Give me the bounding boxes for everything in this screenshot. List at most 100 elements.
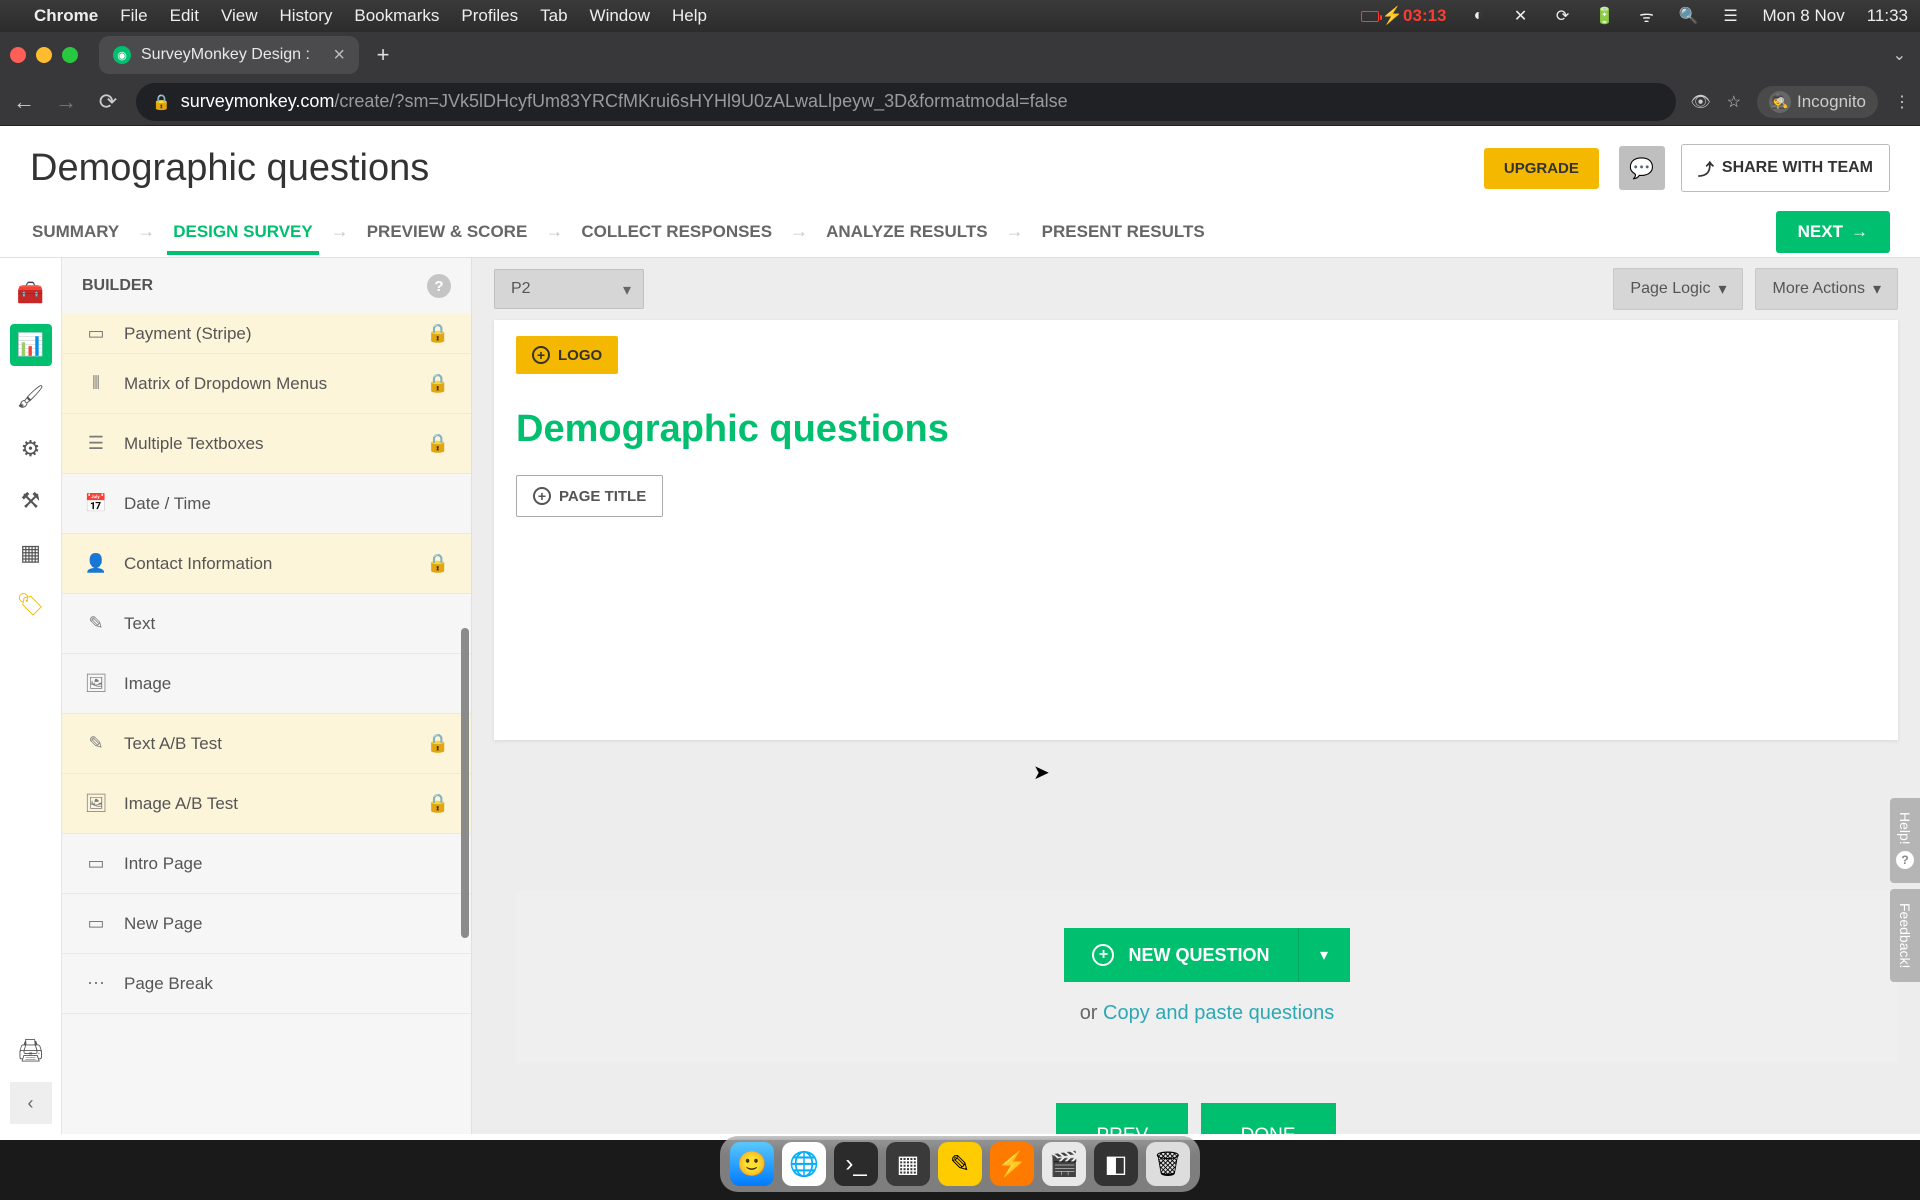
scrollbar-thumb[interactable] <box>461 628 469 938</box>
page-selector[interactable]: P2 <box>494 269 644 309</box>
nav-reload-icon[interactable]: ⟳ <box>94 89 122 115</box>
tab-close-icon[interactable]: × <box>333 44 345 67</box>
dock-app6-icon[interactable]: ⚡ <box>990 1142 1034 1186</box>
browser-tab[interactable]: ◉ SurveyMonkey Design : × <box>99 36 359 74</box>
builder-item-icon: 📅 <box>84 493 108 514</box>
status-icon-1[interactable]: ◐ <box>1469 6 1489 26</box>
dock-chrome-icon[interactable]: 🌐 <box>782 1142 826 1186</box>
page-title: Demographic questions <box>30 147 429 190</box>
window-maximize[interactable] <box>62 47 78 63</box>
battery-icon[interactable]: 🔋 <box>1595 6 1615 26</box>
copy-paste-link[interactable]: Copy and paste questions <box>1103 1002 1334 1024</box>
step-analyze[interactable]: ANALYZE RESULTS <box>824 222 990 242</box>
feedback-tab[interactable]: Feedback! <box>1890 889 1920 982</box>
builder-item[interactable]: 📅Date / Time <box>62 474 471 534</box>
window-close[interactable] <box>10 47 26 63</box>
wifi-icon[interactable]: ᯤ <box>1637 6 1657 26</box>
menu-edit[interactable]: Edit <box>170 6 199 26</box>
step-preview[interactable]: PREVIEW & SCORE <box>365 222 530 242</box>
rail-logic-icon[interactable]: ⚙ <box>10 428 52 470</box>
incognito-badge[interactable]: 🕵 Incognito <box>1757 86 1878 118</box>
menu-profiles[interactable]: Profiles <box>461 6 518 26</box>
survey-title[interactable]: Demographic questions <box>516 408 1898 451</box>
control-center-icon[interactable]: ☰ <box>1721 6 1741 26</box>
new-question-button[interactable]: +NEW QUESTION ▾ <box>1064 928 1349 982</box>
eye-off-icon[interactable]: 👁 <box>1690 92 1710 112</box>
comments-button[interactable]: 💬 <box>1619 146 1665 190</box>
dock-notes-icon[interactable]: ✎ <box>938 1142 982 1186</box>
menubar-app[interactable]: Chrome <box>34 6 98 26</box>
dock-trash-icon[interactable]: 🗑 <box>1146 1142 1190 1186</box>
kebab-menu-icon[interactable]: ⋮ <box>1894 92 1910 112</box>
nav-back-icon[interactable]: ← <box>10 89 38 115</box>
builder-item[interactable]: ⫴Matrix of Dropdown Menus🔒 <box>62 354 471 414</box>
new-question-label: NEW QUESTION <box>1128 945 1269 966</box>
step-present[interactable]: PRESENT RESULTS <box>1040 222 1207 242</box>
rail-layout-icon[interactable]: ▦ <box>10 532 52 574</box>
done-button[interactable]: DONE <box>1201 1103 1336 1134</box>
menu-bookmarks[interactable]: Bookmarks <box>354 6 439 26</box>
menu-history[interactable]: History <box>279 6 332 26</box>
builder-item[interactable]: ✎Text A/B Test🔒 <box>62 714 471 774</box>
side-tabs: Help!? Feedback! <box>1890 798 1920 982</box>
dock-app7-icon[interactable]: 🎬 <box>1042 1142 1086 1186</box>
menu-tab[interactable]: Tab <box>540 6 567 26</box>
page-content: Demographic questions UPGRADE 💬 ⤴SHARE W… <box>0 126 1920 1140</box>
next-button[interactable]: NEXT→ <box>1776 211 1890 253</box>
rail-theme-icon[interactable]: 🖌 <box>10 376 52 418</box>
add-logo-button[interactable]: +LOGO <box>516 336 618 374</box>
rail-tag-icon[interactable]: 🏷 <box>10 584 52 626</box>
star-icon[interactable]: ☆ <box>1727 92 1741 112</box>
address-bar[interactable]: 🔒 surveymonkey.com/create/?sm=JVk5lDHcyf… <box>136 83 1676 121</box>
dock-finder-icon[interactable]: 🙂 <box>730 1142 774 1186</box>
rail-collapse-button[interactable]: ‹ <box>10 1082 52 1124</box>
share-icon: ⤴ <box>1698 156 1714 180</box>
new-question-dropdown[interactable]: ▾ <box>1298 928 1350 982</box>
prev-button[interactable]: PREV <box>1056 1103 1188 1134</box>
rail-print-icon[interactable]: 🖨 <box>10 1030 52 1072</box>
menu-file[interactable]: File <box>120 6 147 26</box>
dock-app8-icon[interactable]: ◧ <box>1094 1142 1138 1186</box>
window-minimize[interactable] <box>36 47 52 63</box>
builder-item[interactable]: ▭Payment (Stripe)🔒 <box>62 314 471 354</box>
battery-status[interactable]: ⚡03:13 <box>1361 6 1447 26</box>
builder-item[interactable]: ⋯Page Break <box>62 954 471 1014</box>
menubar-date[interactable]: Mon 8 Nov <box>1763 6 1845 26</box>
step-summary[interactable]: SUMMARY <box>30 222 121 242</box>
builder-list[interactable]: ▭Payment (Stripe)🔒⫴Matrix of Dropdown Me… <box>62 314 471 1014</box>
status-icon-2[interactable]: ✕ <box>1511 6 1531 26</box>
status-icon-3[interactable]: ⟳ <box>1553 6 1573 26</box>
question-icon: ? <box>1896 851 1914 869</box>
tab-overflow-icon[interactable]: ⌄ <box>1893 45 1906 65</box>
step-design[interactable]: DESIGN SURVEY <box>171 222 315 242</box>
upgrade-button[interactable]: UPGRADE <box>1484 148 1599 189</box>
menubar-time[interactable]: 11:33 <box>1867 6 1908 26</box>
builder-item-icon: ▭ <box>84 323 108 344</box>
dock-app4-icon[interactable]: ▦ <box>886 1142 930 1186</box>
rail-style-icon[interactable]: 📊 <box>10 324 52 366</box>
rail-options-icon[interactable]: ⚒ <box>10 480 52 522</box>
builder-item[interactable]: 🖼Image <box>62 654 471 714</box>
builder-item[interactable]: 🖼Image A/B Test🔒 <box>62 774 471 834</box>
dock-terminal-icon[interactable]: ›_ <box>834 1142 878 1186</box>
help-icon[interactable]: ? <box>427 274 451 298</box>
page-logic-button[interactable]: Page Logic ▾ <box>1613 268 1743 310</box>
menu-help[interactable]: Help <box>672 6 707 26</box>
help-tab[interactable]: Help!? <box>1890 798 1920 883</box>
builder-item[interactable]: ▭New Page <box>62 894 471 954</box>
builder-item[interactable]: 👤Contact Information🔒 <box>62 534 471 594</box>
search-icon[interactable]: 🔍 <box>1679 6 1699 26</box>
tab-favicon-icon: ◉ <box>113 46 131 64</box>
builder-item[interactable]: ✎Text <box>62 594 471 654</box>
share-team-button[interactable]: ⤴SHARE WITH TEAM <box>1681 144 1890 192</box>
new-tab-button[interactable]: + <box>368 40 398 70</box>
rail-build-icon[interactable]: 🧰 <box>10 272 52 314</box>
more-actions-button[interactable]: More Actions ▾ <box>1755 268 1898 310</box>
menu-window[interactable]: Window <box>590 6 650 26</box>
browser-toolbar: ← → ⟳ 🔒 surveymonkey.com/create/?sm=JVk5… <box>0 78 1920 126</box>
builder-item[interactable]: ▭Intro Page <box>62 834 471 894</box>
menu-view[interactable]: View <box>221 6 258 26</box>
step-collect[interactable]: COLLECT RESPONSES <box>579 222 774 242</box>
builder-item[interactable]: ☰Multiple Textboxes🔒 <box>62 414 471 474</box>
add-page-title-button[interactable]: +PAGE TITLE <box>516 475 663 517</box>
